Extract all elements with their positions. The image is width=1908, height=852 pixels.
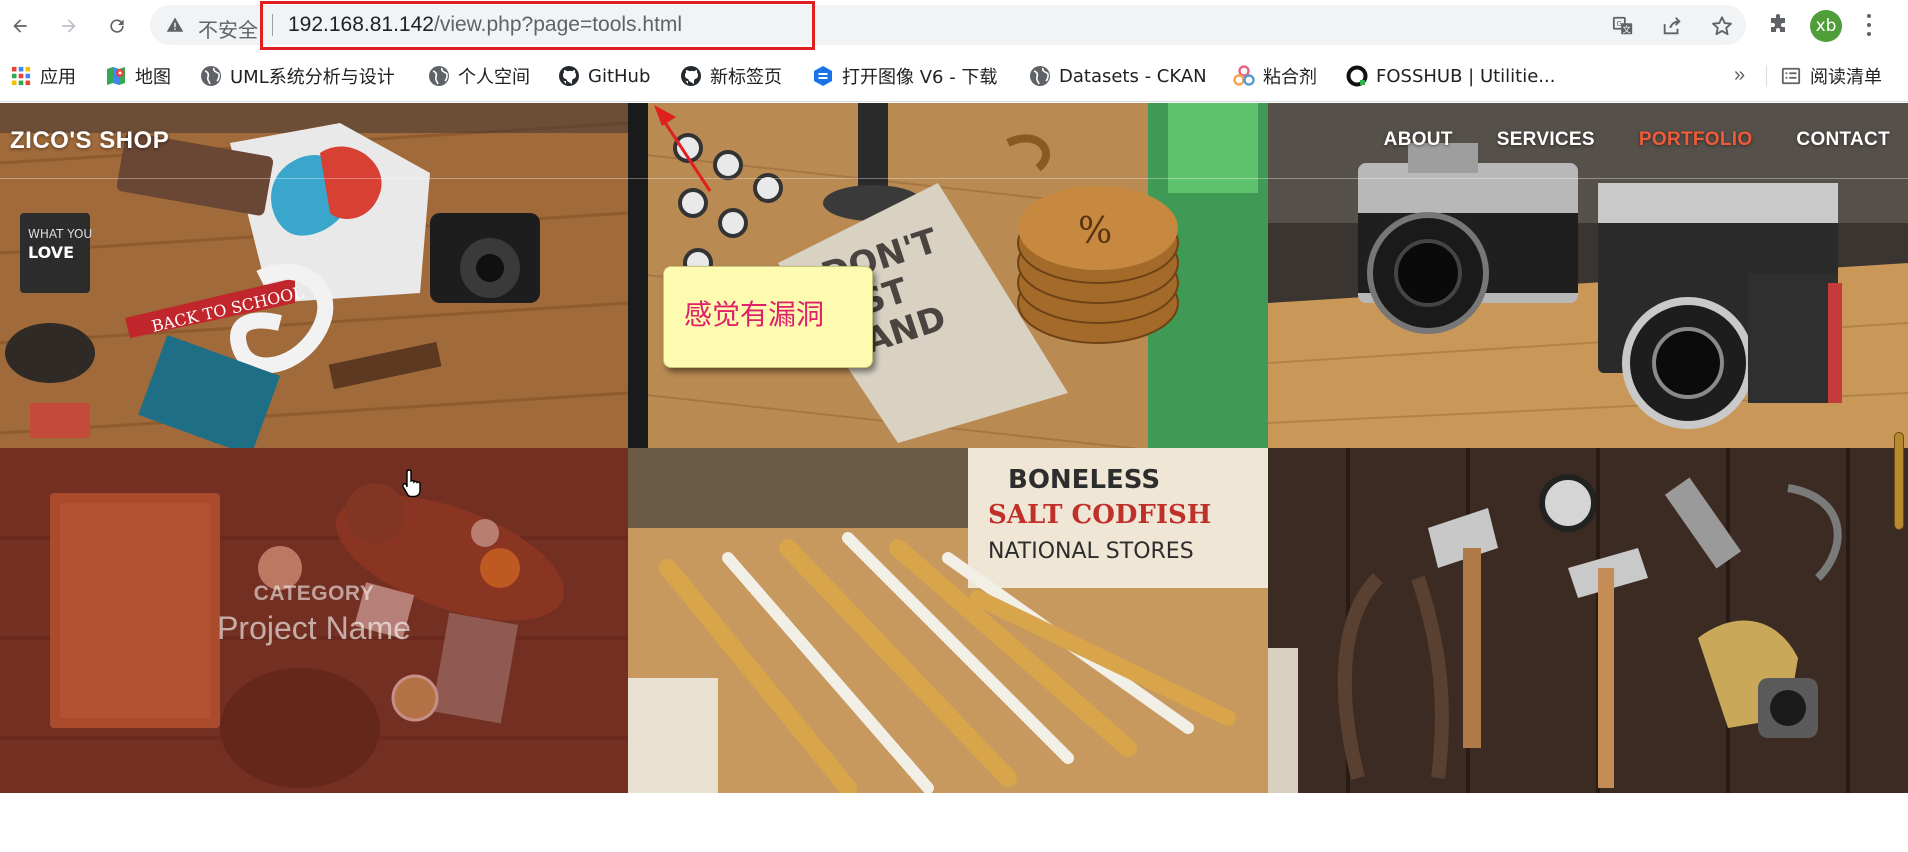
nav-services[interactable]: SERVICES [1497, 129, 1595, 151]
bookmark-uml[interactable]: UML系统分析与设计 [200, 63, 395, 89]
forward-arrow-icon[interactable] [55, 12, 83, 40]
site-header: ZICO'S SHOP ABOUT SERVICES PORTFOLIO CON… [0, 103, 1908, 179]
svg-text:LOVE: LOVE [28, 243, 74, 262]
svg-text:BONELESS: BONELESS [1008, 465, 1160, 495]
bookmarks-bar: 应用 地图 UML系统分析与设计 个人空间 GitHub 新标签页 打开图像 V… [0, 50, 1908, 102]
github-icon [680, 65, 702, 87]
bookmark-datasets-ckan[interactable]: Datasets - CKAN [1029, 63, 1207, 89]
svg-text:WHAT YOU: WHAT YOU [28, 227, 92, 241]
apps-grid-icon [10, 65, 32, 87]
bookmark-new-tab[interactable]: 新标签页 [680, 63, 782, 89]
project-name-label: Project Name [217, 610, 411, 646]
annotation-note: 感觉有漏洞 [663, 266, 873, 368]
bookmark-label: 粘合剂 [1263, 67, 1317, 88]
hand-cursor-icon [402, 469, 421, 498]
extensions-puzzle-icon[interactable] [1766, 13, 1790, 37]
nav-portfolio[interactable]: PORTFOLIO [1639, 129, 1753, 151]
globe-icon [428, 65, 450, 87]
bookmark-label: 打开图像 V6 - 下载 [842, 67, 998, 88]
bookmarks-divider [1766, 65, 1767, 87]
reading-list-icon [1780, 65, 1802, 87]
nav-about[interactable]: ABOUT [1384, 129, 1453, 151]
svg-text:NATIONAL STORES: NATIONAL STORES [988, 539, 1194, 564]
bookmark-label: Datasets - CKAN [1059, 65, 1207, 87]
site-nav: ABOUT SERVICES PORTFOLIO CONTACT [1384, 129, 1890, 151]
reading-list-button[interactable]: 阅读清单 [1780, 63, 1882, 89]
nav-contact[interactable]: CONTACT [1796, 129, 1890, 151]
translate-icon[interactable]: 文G [1612, 15, 1634, 37]
bookmark-label: 应用 [40, 67, 76, 88]
bookmark-fosshub[interactable]: FOSSHUB | Utilitie... [1346, 63, 1555, 89]
svg-text:SALT CODFISH: SALT CODFISH [988, 500, 1211, 530]
svg-text:%: % [1078, 211, 1112, 252]
reading-list-label: 阅读清单 [1810, 67, 1882, 88]
profile-avatar[interactable]: xb [1810, 10, 1842, 42]
reload-icon[interactable] [103, 12, 131, 40]
globe-icon [1029, 65, 1051, 87]
github-icon [558, 65, 580, 87]
warning-icon[interactable] [166, 16, 184, 34]
annotation-note-text: 感觉有漏洞 [684, 298, 825, 331]
svg-text:文: 文 [1623, 24, 1631, 34]
svg-text:G: G [1616, 19, 1622, 28]
bookmark-label: GitHub [588, 65, 651, 87]
bookmarks-overflow-chevron[interactable]: » [1734, 64, 1745, 87]
url-highlight-box [260, 1, 815, 50]
image-app-icon [812, 65, 834, 87]
browser-menu-icon[interactable] [1862, 12, 1876, 38]
bookmark-label: UML系统分析与设计 [230, 67, 395, 88]
bookmark-open-image[interactable]: 打开图像 V6 - 下载 [812, 63, 997, 89]
bookmark-star-icon[interactable] [1711, 15, 1733, 37]
bookmark-label: 新标签页 [710, 67, 782, 88]
globe-icon [200, 65, 222, 87]
binder-icon [1233, 65, 1255, 87]
scrollbar-thumb[interactable] [1894, 432, 1904, 530]
page-viewport: WHAT YOU LOVE BACK TO SCHOOL DON'T STAND… [0, 103, 1908, 852]
back-arrow-icon[interactable] [6, 12, 34, 40]
category-label: CATEGORY [253, 582, 375, 605]
fosshub-icon [1346, 65, 1368, 87]
tools-photo [1268, 448, 1908, 793]
bookmark-binder[interactable]: 粘合剂 [1233, 63, 1317, 89]
bookmark-label: 个人空间 [458, 67, 530, 88]
portfolio-tile-rulers[interactable]: BONELESS SALT CODFISH NATIONAL STORES [628, 448, 1268, 793]
portfolio-tile-kitchen[interactable]: CATEGORY Project Name [0, 448, 628, 793]
bookmark-label: FOSSHUB | Utilitie... [1376, 65, 1556, 87]
bookmark-label: 地图 [135, 67, 171, 88]
portfolio-tile-tools[interactable] [1268, 448, 1908, 793]
bookmark-maps[interactable]: 地图 [105, 63, 171, 89]
site-logo[interactable]: ZICO'S SHOP [10, 127, 169, 155]
annotation-arrow-icon [654, 105, 712, 192]
not-secure-label[interactable]: 不安全 [198, 14, 258, 43]
maps-icon [105, 65, 127, 87]
bookmark-personal-space[interactable]: 个人空间 [428, 63, 530, 89]
bookmark-apps[interactable]: 应用 [10, 63, 76, 89]
rulers-photo: BONELESS SALT CODFISH NATIONAL STORES [628, 448, 1268, 793]
bookmark-github[interactable]: GitHub [558, 63, 650, 89]
share-icon[interactable] [1661, 15, 1683, 37]
